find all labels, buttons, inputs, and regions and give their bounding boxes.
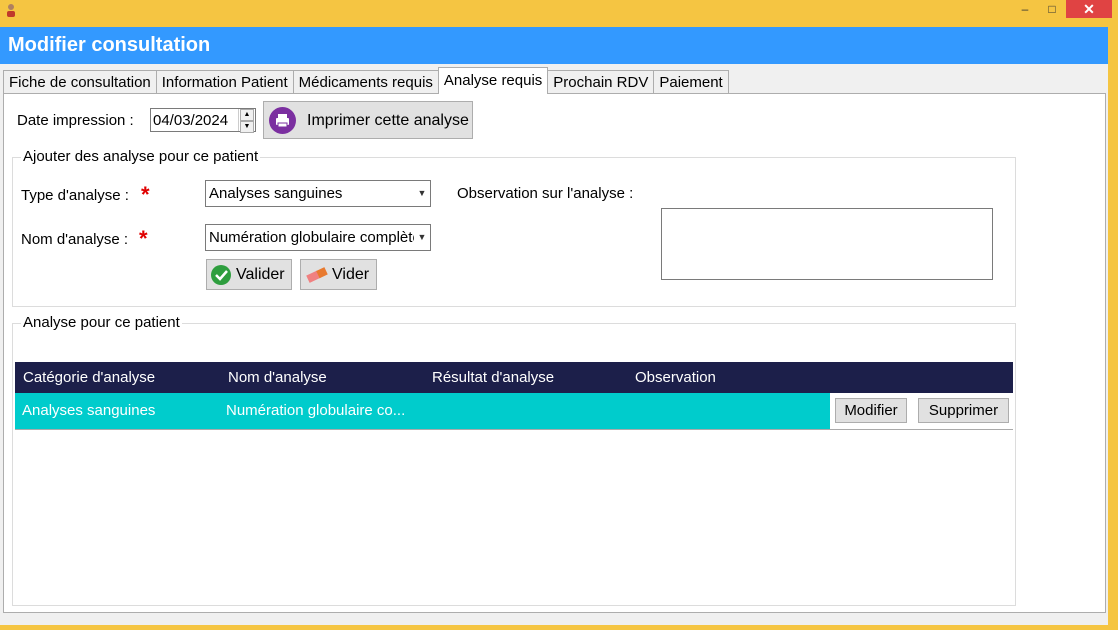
window-titlebar: – □ ✕ bbox=[0, 0, 1118, 20]
tab-paiement[interactable]: Paiement bbox=[653, 70, 729, 94]
analysis-name-value: Numération globulaire complète bbox=[209, 229, 421, 246]
page-title: Modifier consultation bbox=[0, 27, 1108, 64]
status-bar bbox=[0, 615, 1108, 625]
validate-button[interactable]: Valider bbox=[206, 259, 292, 290]
tab-page-analyse: Date impression : 04/03/2024 ▲ ▼ Imprime… bbox=[3, 93, 1106, 613]
column-header-observation[interactable]: Observation bbox=[635, 369, 716, 386]
cell-category: Analyses sanguines bbox=[22, 402, 156, 419]
analysis-type-label: Type d'analyse : bbox=[21, 187, 129, 204]
analysis-name-select[interactable]: Numération globulaire complète ▼ bbox=[205, 224, 431, 251]
column-header-name[interactable]: Nom d'analyse bbox=[228, 369, 327, 386]
tab-prochain-rdv[interactable]: Prochain RDV bbox=[547, 70, 655, 94]
cell-name: Numération globulaire co... bbox=[226, 402, 406, 419]
analysis-type-select[interactable]: Analyses sanguines ▼ bbox=[205, 180, 431, 207]
analysis-grid-header: Catégorie d'analyse Nom d'analyse Résult… bbox=[15, 362, 1013, 393]
patient-analysis-group-title: Analyse pour ce patient bbox=[21, 314, 182, 331]
validate-label: Valider bbox=[236, 266, 285, 283]
window-client: Modifier consultation Fiche de consultat… bbox=[0, 27, 1108, 625]
check-icon bbox=[211, 265, 231, 285]
observation-label: Observation sur l'analyse : bbox=[457, 185, 634, 202]
maximize-button[interactable]: □ bbox=[1040, 0, 1064, 18]
print-analysis-button[interactable]: Imprimer cette analyse bbox=[263, 101, 473, 139]
observation-input[interactable] bbox=[661, 208, 993, 280]
analysis-type-value: Analyses sanguines bbox=[209, 185, 343, 202]
table-row-cells[interactable]: Analyses sanguines Numération globulaire… bbox=[15, 393, 830, 429]
date-spinner[interactable]: ▲ ▼ bbox=[238, 109, 255, 133]
printer-icon bbox=[269, 107, 296, 134]
analysis-name-label: Nom d'analyse : bbox=[21, 231, 129, 248]
app-icon bbox=[7, 4, 15, 17]
tab-medicaments-requis[interactable]: Médicaments requis bbox=[292, 70, 439, 94]
minimize-button[interactable]: – bbox=[1013, 0, 1037, 18]
delete-row-button[interactable]: Supprimer bbox=[918, 398, 1009, 423]
clear-button[interactable]: Vider bbox=[300, 259, 377, 290]
spin-down-icon[interactable]: ▼ bbox=[240, 121, 254, 133]
column-header-category[interactable]: Catégorie d'analyse bbox=[23, 369, 155, 386]
print-analysis-label: Imprimer cette analyse bbox=[307, 112, 469, 129]
eraser-icon bbox=[306, 267, 328, 283]
column-header-result[interactable]: Résultat d'analyse bbox=[432, 369, 554, 386]
tab-fiche-consultation[interactable]: Fiche de consultation bbox=[3, 70, 157, 94]
edit-row-button[interactable]: Modifier bbox=[835, 398, 907, 423]
chevron-down-icon[interactable]: ▼ bbox=[414, 181, 430, 206]
spin-up-icon[interactable]: ▲ bbox=[240, 109, 254, 121]
required-marker: * bbox=[139, 226, 148, 251]
close-button[interactable]: ✕ bbox=[1066, 0, 1112, 18]
date-impression-value: 04/03/2024 bbox=[153, 112, 229, 129]
clear-label: Vider bbox=[332, 266, 370, 283]
chevron-down-icon[interactable]: ▼ bbox=[414, 225, 430, 250]
add-analysis-group-title: Ajouter des analyse pour ce patient bbox=[21, 148, 261, 165]
date-impression-picker[interactable]: 04/03/2024 ▲ ▼ bbox=[150, 108, 256, 133]
table-row[interactable]: Analyses sanguines Numération globulaire… bbox=[15, 393, 1013, 430]
date-impression-label: Date impression : bbox=[17, 112, 134, 129]
required-marker: * bbox=[141, 182, 150, 207]
tab-strip: Fiche de consultation Information Patien… bbox=[3, 67, 729, 94]
tab-information-patient[interactable]: Information Patient bbox=[155, 70, 294, 94]
tab-analyse-requis[interactable]: Analyse requis bbox=[437, 67, 549, 94]
